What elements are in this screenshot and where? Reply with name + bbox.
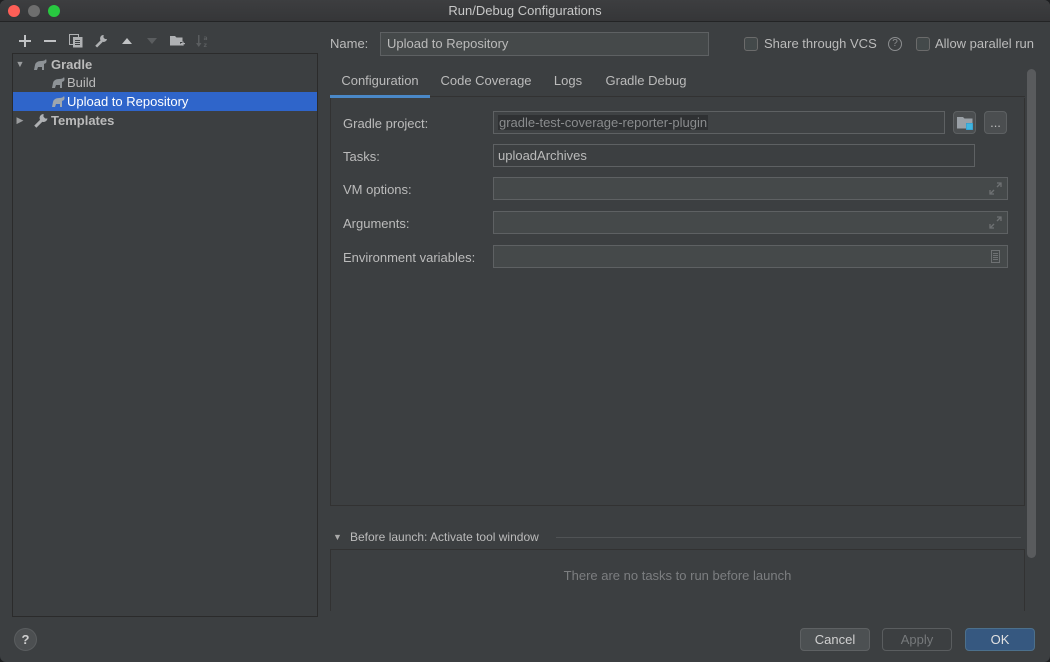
browse-button[interactable]: ... — [984, 111, 1007, 134]
vm-options-field[interactable] — [493, 177, 1008, 200]
tree-item-upload-to-repository[interactable]: Upload to Repository — [13, 92, 317, 111]
minimize-window-button[interactable] — [28, 5, 40, 17]
allow-parallel-run-checkbox[interactable] — [916, 37, 930, 51]
minus-icon — [44, 40, 57, 42]
sort-configurations-button[interactable]: az — [191, 30, 217, 52]
copy-configuration-button[interactable] — [63, 30, 89, 52]
name-input[interactable]: Upload to Repository — [380, 32, 709, 56]
maximize-window-button[interactable] — [48, 5, 60, 17]
title-bar: Run/Debug Configurations — [0, 0, 1050, 22]
environment-variables-field[interactable] — [493, 245, 1008, 268]
tab-code-coverage[interactable]: Code Coverage — [436, 66, 536, 97]
move-up-button[interactable] — [114, 30, 140, 52]
tab-gradle-debug[interactable]: Gradle Debug — [600, 66, 692, 97]
tree-item-gradle[interactable]: ▼ Gradle — [13, 55, 317, 74]
expand-icon[interactable] — [989, 216, 1002, 229]
select-project-button[interactable] — [953, 111, 976, 134]
add-configuration-button[interactable] — [12, 30, 38, 52]
vm-options-label: VM options: — [343, 182, 412, 197]
gradle-elephant-icon — [34, 59, 47, 70]
close-window-button[interactable] — [8, 5, 20, 17]
new-folder-button[interactable] — [165, 30, 191, 52]
arguments-label: Arguments: — [343, 216, 410, 231]
gradle-project-label: Gradle project: — [343, 116, 429, 131]
plus-icon — [18, 35, 31, 47]
tasks-label: Tasks: — [343, 149, 380, 164]
before-launch-title: Before launch: Activate tool window — [350, 530, 539, 544]
environment-variables-label: Environment variables: — [343, 250, 476, 265]
before-launch-header[interactable]: ▼ Before launch: Activate tool window — [333, 530, 539, 544]
share-through-vcs-checkbox[interactable] — [744, 37, 758, 51]
separator-line — [556, 537, 1021, 538]
help-circle-icon[interactable]: ? — [888, 37, 902, 51]
collapse-arrow-icon[interactable]: ▶ — [15, 111, 25, 130]
allow-parallel-run-label: Allow parallel run — [935, 36, 1034, 51]
tree-item-templates[interactable]: ▶ Templates — [13, 111, 317, 130]
vertical-scrollbar[interactable] — [1027, 69, 1036, 558]
gradle-elephant-icon — [52, 77, 65, 88]
config-tabs: Configuration Code Coverage Logs Gradle … — [330, 66, 1025, 98]
arguments-field[interactable] — [493, 211, 1008, 234]
window-title: Run/Debug Configurations — [448, 3, 602, 18]
sort-alpha-icon: az — [196, 35, 208, 48]
before-launch-empty-text: There are no tasks to run before launch — [563, 568, 792, 583]
gradle-project-value: gradle-test-coverage-reporter-plugin — [498, 115, 709, 130]
gradle-project-field[interactable]: gradle-test-coverage-reporter-plugin — [493, 111, 945, 134]
tab-logs[interactable]: Logs — [548, 66, 588, 97]
expand-arrow-icon[interactable]: ▼ — [15, 55, 25, 74]
copy-icon — [68, 34, 83, 48]
document-icon[interactable] — [989, 250, 1002, 263]
help-button[interactable]: ? — [14, 628, 37, 651]
share-through-vcs-label: Share through VCS — [764, 36, 877, 51]
move-down-button[interactable] — [140, 30, 166, 52]
folder-add-icon — [170, 36, 186, 46]
tree-item-label: Gradle — [51, 57, 93, 72]
tab-configuration[interactable]: Configuration — [330, 66, 430, 98]
remove-configuration-button[interactable] — [38, 30, 64, 52]
svg-text:z: z — [204, 42, 208, 48]
tree-item-label: Templates — [51, 113, 115, 128]
svg-text:a: a — [204, 35, 208, 42]
tree-item-label: Build — [67, 75, 96, 90]
tree-item-build[interactable]: Build — [13, 73, 317, 92]
tasks-field[interactable]: uploadArchives — [493, 144, 975, 167]
ok-button[interactable]: OK — [965, 628, 1035, 651]
wrench-icon — [34, 113, 48, 128]
tree-item-label: Upload to Repository — [67, 94, 189, 109]
cancel-button[interactable]: Cancel — [800, 628, 870, 651]
name-label: Name: — [330, 36, 369, 51]
config-toolbar: az — [12, 30, 216, 52]
run-debug-configurations-dialog: Run/Debug Configurations az ▼ Gradle Bui… — [0, 0, 1050, 662]
folder-module-icon — [956, 116, 973, 130]
gradle-elephant-icon — [52, 96, 65, 107]
collapse-arrow-icon[interactable]: ▼ — [333, 532, 343, 542]
apply-button[interactable]: Apply — [882, 628, 952, 651]
edit-templates-button[interactable] — [89, 30, 115, 52]
wrench-icon — [95, 34, 108, 48]
expand-icon[interactable] — [989, 182, 1002, 195]
configuration-tree: ▼ Gradle Build Upload to Repository ▶ Te… — [12, 53, 318, 617]
triangle-down-icon — [147, 38, 158, 44]
triangle-up-icon — [121, 38, 132, 44]
